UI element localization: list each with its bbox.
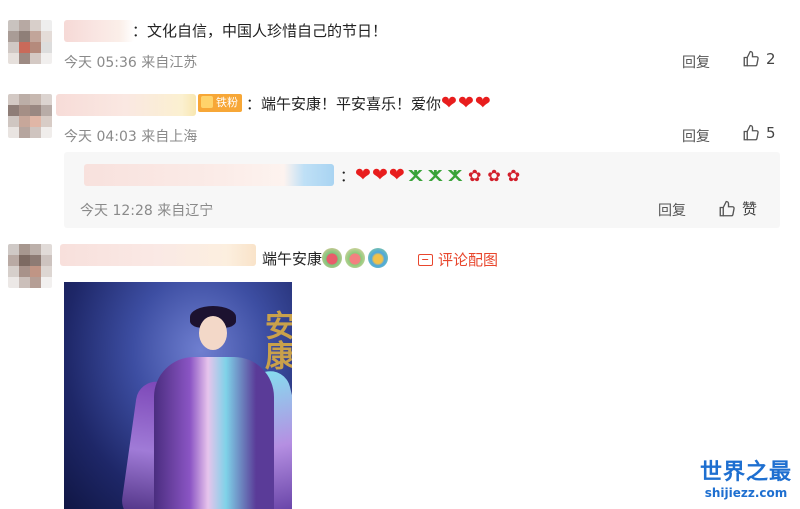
thumbs-up-icon — [743, 124, 759, 141]
username-blurred[interactable] — [60, 244, 256, 266]
like-button[interactable]: 2 — [742, 50, 776, 68]
reply-button[interactable]: 回复 — [658, 200, 686, 220]
rose-emoji: ✿ — [467, 166, 482, 185]
sub-reply-text: ：❤❤❤ ⵅ ⵅ ⵅ ✿ ✿ ✿ — [340, 164, 521, 186]
watermark-url: shijiezz.com — [704, 486, 788, 500]
heart-emoji: ❤ — [371, 164, 388, 186]
reply-button[interactable]: 回复 — [682, 126, 710, 146]
site-watermark: 世界之最 shijiezz.com — [696, 460, 796, 500]
comment-meta: 今天 05:36 来自江苏 — [64, 55, 198, 71]
username-blurred[interactable] — [84, 164, 334, 186]
thumbs-up-icon — [719, 200, 735, 216]
zongzi-emoji — [368, 248, 389, 268]
fan-badge: 铁粉 — [198, 94, 242, 112]
ribbon-emoji: ⵅ — [408, 167, 423, 185]
comment-text: 端午安康 — [262, 248, 391, 270]
image-icon — [418, 253, 433, 266]
crown-icon — [201, 96, 213, 108]
avatar[interactable] — [8, 94, 52, 138]
comment-image[interactable]: 安康 — [64, 282, 292, 509]
thumbs-up-icon — [743, 50, 759, 67]
ribbon-emoji: ⵅ — [428, 167, 443, 185]
heart-emoji: ❤ — [388, 164, 405, 186]
username-blurred[interactable] — [64, 20, 134, 42]
comment-meta: 今天 04:03 来自上海 — [64, 129, 198, 145]
sub-reply: ：❤❤❤ ⵅ ⵅ ⵅ ✿ ✿ ✿ 今天 12:28 来自辽宁 回复 赞 — [64, 152, 780, 228]
avatar[interactable] — [8, 244, 52, 288]
reply-button[interactable]: 回复 — [682, 52, 710, 72]
comment-image-link[interactable]: 评论配图 — [418, 249, 498, 270]
like-label: 赞 — [742, 200, 758, 218]
zongzi-emoji — [345, 248, 366, 268]
heart-emoji: ❤ — [457, 92, 474, 114]
comment-text: ：文化自信，中国人珍惜自己的节日！ — [132, 22, 388, 40]
comment-1: ：文化自信，中国人珍惜自己的节日！ 今天 05:36 来自江苏 回复 2 — [0, 0, 800, 80]
heart-emoji: ❤ — [474, 92, 491, 114]
like-count: 2 — [766, 50, 776, 68]
like-button[interactable]: 5 — [742, 124, 776, 142]
poster-calligraphy: 安康 — [259, 310, 292, 370]
rose-emoji: ✿ — [506, 166, 521, 185]
sub-reply-meta: 今天 12:28 来自辽宁 — [80, 203, 214, 219]
watermark-title: 世界之最 — [699, 460, 792, 485]
username-blurred[interactable] — [56, 94, 196, 116]
rose-emoji: ✿ — [487, 166, 501, 185]
zongzi-emoji — [322, 248, 343, 268]
like-count: 5 — [766, 124, 776, 142]
ribbon-emoji: ⵅ — [448, 167, 462, 185]
heart-emoji: ❤ — [441, 92, 457, 114]
comment-text: ：端午安康！平安喜乐！爱你❤❤❤ — [246, 92, 491, 114]
like-button[interactable]: 赞 — [718, 198, 757, 219]
avatar[interactable] — [8, 20, 52, 64]
heart-emoji: ❤ — [355, 164, 371, 186]
poster-figure — [119, 302, 292, 509]
